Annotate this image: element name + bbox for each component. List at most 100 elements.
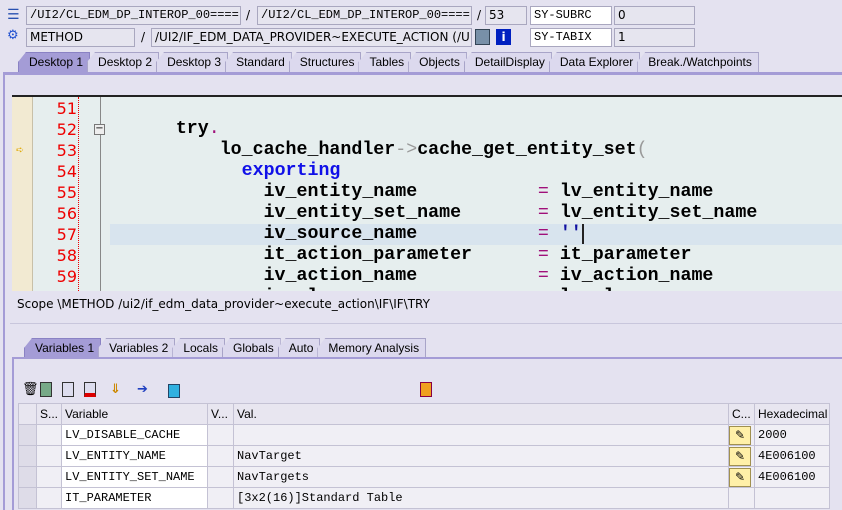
code-line[interactable]: 60 iv_class_name = lv_class_name <box>12 287 842 291</box>
display-source-icon[interactable] <box>475 29 490 45</box>
save-icon[interactable] <box>420 382 432 397</box>
variable-tabs: Variables 1 Variables 2 Locals Globals A… <box>24 338 427 358</box>
table-row[interactable]: LV_ENTITY_NAME NavTarget ✎ 4E006100 <box>18 445 830 467</box>
code-token: . <box>208 119 220 139</box>
sort-icon[interactable]: ⇓ <box>110 382 121 397</box>
sy-tabix-label[interactable]: SY-TABIX <box>530 28 612 47</box>
program-field[interactable]: /UI2/CL_EDM_DP_INTEROP_00====... <box>26 6 241 25</box>
row-selector[interactable] <box>18 466 37 488</box>
tab-breakpoints[interactable]: Break./Watchpoints <box>637 52 759 72</box>
code-line[interactable]: 59 iv_action_name = iv_action_name <box>12 266 842 287</box>
code-line[interactable]: 55 iv_entity_name = lv_entity_name <box>12 182 842 203</box>
sy-subrc-value[interactable]: 0 <box>614 6 695 25</box>
code-line[interactable]: 57 iv_source_name = '' <box>12 224 842 245</box>
code-text: iv_action_name = iv_action_name <box>110 266 842 287</box>
tab-variables-1[interactable]: Variables 1 <box>24 338 102 358</box>
insert-icon[interactable] <box>40 382 52 397</box>
tab-standard[interactable]: Standard <box>225 52 292 72</box>
code-line[interactable]: 54 exporting <box>12 161 842 182</box>
code-line[interactable]: 53 ➪ lo_cache_handler->cache_get_entity_s… <box>12 140 842 161</box>
tab-locals[interactable]: Locals <box>172 338 225 358</box>
frame-border <box>3 72 5 510</box>
change-cell: ✎ <box>728 445 755 467</box>
navigate-icon[interactable]: ➔ <box>137 382 148 397</box>
code-token: = <box>537 266 549 286</box>
row-selector[interactable] <box>18 424 37 446</box>
column-value[interactable]: Val. <box>233 403 729 425</box>
status-cell <box>36 445 62 467</box>
include-field[interactable]: /UI2/CL_EDM_DP_INTEROP_00====... <box>257 6 472 25</box>
edit-pencil-icon[interactable]: ✎ <box>729 446 751 466</box>
fold-toggle-icon[interactable]: − <box>94 124 105 135</box>
v-cell <box>207 424 234 446</box>
code-token: it_parameter <box>548 245 692 265</box>
column-v[interactable]: V... <box>207 403 234 425</box>
separator: / <box>141 30 146 44</box>
table-row[interactable]: IT_PARAMETER [3x2(16)]Standard Table <box>18 487 830 509</box>
code-token: ( <box>636 140 648 160</box>
value-cell[interactable]: NavTarget <box>233 445 729 467</box>
tab-objects[interactable]: Objects <box>408 52 467 72</box>
filter-icon[interactable] <box>168 384 180 398</box>
tab-globals[interactable]: Globals <box>222 338 281 358</box>
tab-underline <box>12 357 842 359</box>
sy-subrc-label[interactable]: SY-SUBRC <box>530 6 612 25</box>
table-row[interactable]: LV_ENTITY_SET_NAME NavTargets ✎ 4E006100 <box>18 466 830 488</box>
hex-cell: 2000 <box>754 424 830 446</box>
edit-pencil-icon[interactable]: ✎ <box>729 425 751 445</box>
tab-structures[interactable]: Structures <box>288 52 362 72</box>
tab-tables[interactable]: Tables <box>358 52 412 72</box>
value-cell[interactable]: NavTargets <box>233 466 729 488</box>
sy-tabix-value[interactable]: 1 <box>614 28 695 47</box>
tab-desktop-3[interactable]: Desktop 3 <box>156 52 229 72</box>
scope-text: Scope \METHOD /ui2/if_edm_data_provider~… <box>17 297 430 311</box>
column-variable[interactable]: Variable <box>61 403 208 425</box>
tab-data-explorer[interactable]: Data Explorer <box>548 52 641 72</box>
info-icon[interactable]: i <box>496 29 511 45</box>
code-line[interactable]: 56 iv_entity_set_name = lv_entity_set_na… <box>12 203 842 224</box>
line-field[interactable]: 53 <box>485 6 527 25</box>
code-text: iv_entity_set_name = lv_entity_set_name <box>110 203 842 224</box>
method-field[interactable]: /UI2/IF_EDM_DATA_PROVIDER~EXECUTE_ACTION… <box>151 28 472 47</box>
row-selector[interactable] <box>18 445 37 467</box>
tab-detail-display[interactable]: DetailDisplay <box>463 52 552 72</box>
variable-cell[interactable]: LV_DISABLE_CACHE <box>61 424 208 446</box>
row-selector[interactable] <box>18 487 37 509</box>
type-field[interactable]: METHOD <box>26 28 135 47</box>
code-token: it_action_parameter <box>110 245 538 265</box>
column-status[interactable]: S... <box>36 403 62 425</box>
code-token: = <box>537 224 549 244</box>
value-cell[interactable]: [3x2(16)]Standard Table <box>233 487 729 509</box>
column-change[interactable]: C... <box>728 403 755 425</box>
separator: / <box>477 8 482 22</box>
status-cell <box>36 466 62 488</box>
tab-memory-analysis[interactable]: Memory Analysis <box>317 338 427 358</box>
code-token: = <box>537 182 549 202</box>
source-code-editor[interactable]: 51 52 − try. 53 ➪ lo_cache_handler->cache_ge… <box>12 95 842 291</box>
code-line[interactable]: 51 <box>12 98 842 119</box>
status-cell <box>36 424 62 446</box>
tab-auto[interactable]: Auto <box>277 338 321 358</box>
tab-desktop-2[interactable]: Desktop 2 <box>87 52 160 72</box>
row-selector-header[interactable] <box>18 403 37 425</box>
column-hexadecimal[interactable]: Hexadecimal <box>754 403 830 425</box>
code-text: iv_class_name = lv_class_name <box>110 287 842 291</box>
table-row[interactable]: LV_DISABLE_CACHE ✎ 2000 <box>18 424 830 446</box>
delete-row-icon[interactable] <box>84 382 96 397</box>
variable-cell[interactable]: IT_PARAMETER <box>61 487 208 509</box>
variable-cell[interactable]: LV_ENTITY_SET_NAME <box>61 466 208 488</box>
delete-icon[interactable]: 🗑 <box>22 382 39 397</box>
tab-desktop-1[interactable]: Desktop 1 <box>18 52 91 72</box>
v-cell <box>207 487 234 509</box>
edit-pencil-icon[interactable]: ✎ <box>729 467 751 487</box>
tab-variables-2[interactable]: Variables 2 <box>98 338 176 358</box>
code-line[interactable]: 58 it_action_parameter = it_parameter <box>12 245 842 266</box>
variable-cell[interactable]: LV_ENTITY_NAME <box>61 445 208 467</box>
code-line[interactable]: 52 − try. <box>12 119 842 140</box>
line-number: 59 <box>56 267 77 286</box>
append-icon[interactable] <box>62 382 74 397</box>
change-cell: ✎ <box>728 424 755 446</box>
value-cell[interactable] <box>233 424 729 446</box>
divider <box>10 323 842 324</box>
